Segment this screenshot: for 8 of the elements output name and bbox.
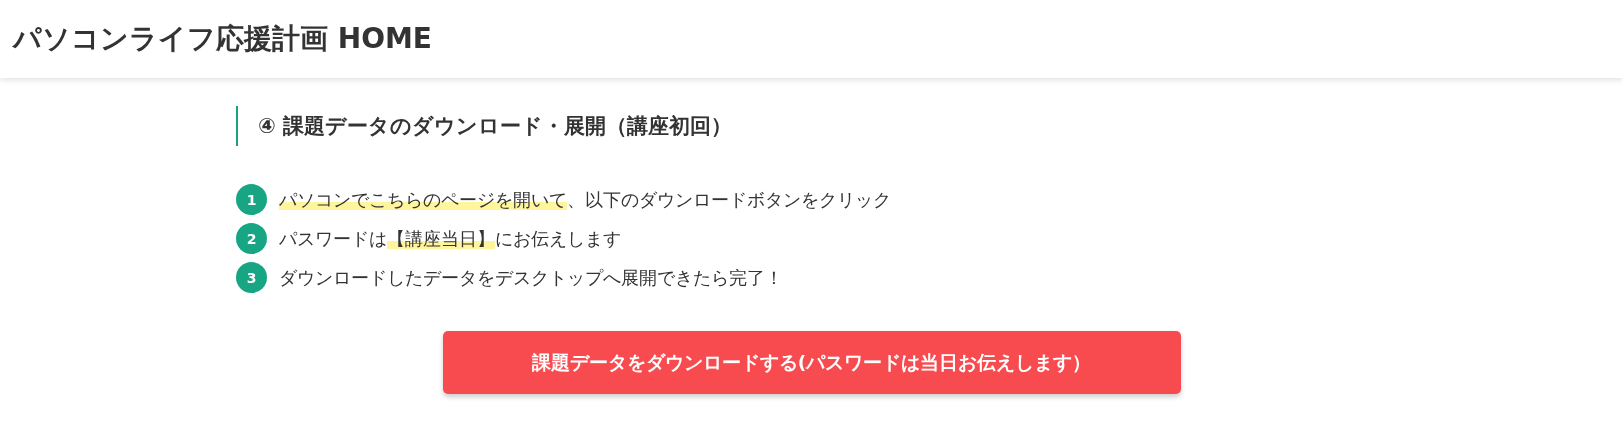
step-text: ダウンロードしたデータをデスクトップへ展開できたら完了！ xyxy=(279,265,783,290)
step-text: パソコンでこちらのページを開いて、以下のダウンロードボタンをクリック xyxy=(279,187,891,212)
step-number: 2 xyxy=(236,223,267,254)
site-title[interactable]: パソコンライフ応援計画 HOME xyxy=(13,20,432,58)
step-number: 3 xyxy=(236,262,267,293)
section-heading: ④ 課題データのダウンロード・展開（講座初回） xyxy=(236,106,733,146)
step-text: パスワードは【講座当日】にお伝えします xyxy=(279,226,621,251)
step-number: 1 xyxy=(236,184,267,215)
